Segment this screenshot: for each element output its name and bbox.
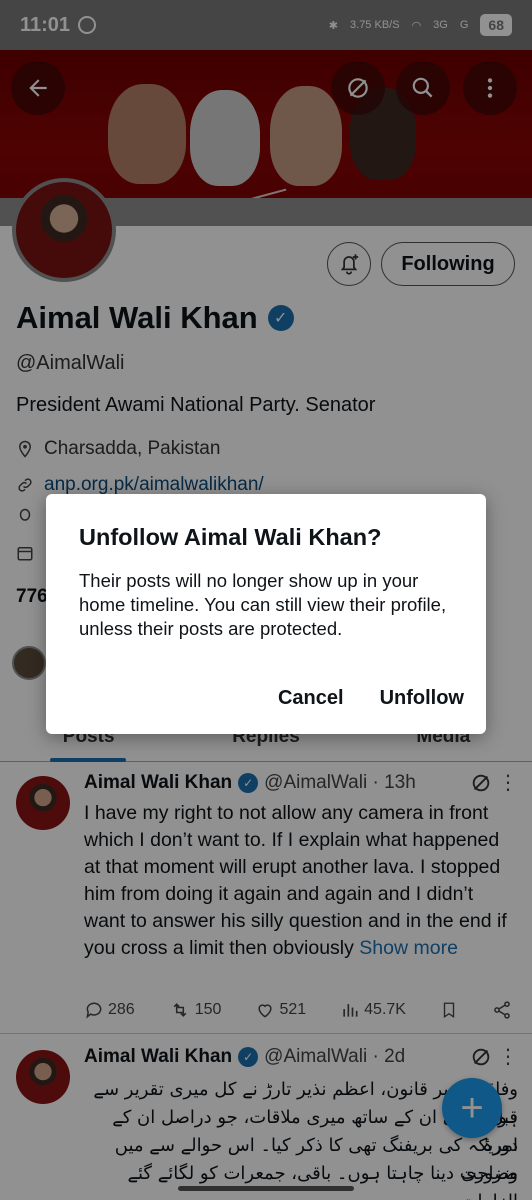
unfollow-dialog: Unfollow Aimal Wali Khan? Their posts wi… [46, 494, 486, 734]
unfollow-button[interactable]: Unfollow [378, 683, 466, 714]
dialog-body: Their posts will no longer show up in yo… [79, 570, 447, 639]
dialog-title: Unfollow Aimal Wali Khan? [79, 524, 382, 550]
dialog-actions: Cancel Unfollow [276, 683, 466, 714]
cancel-button[interactable]: Cancel [276, 683, 346, 714]
